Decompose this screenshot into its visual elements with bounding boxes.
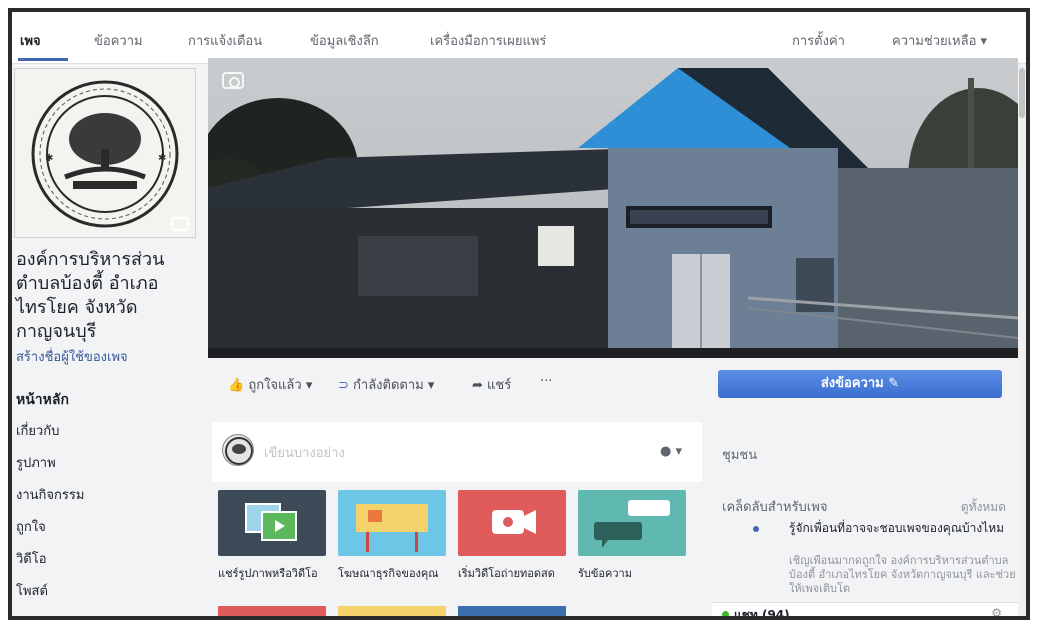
tip-bullet-icon [753, 526, 759, 532]
live-camera-icon [458, 490, 566, 556]
svg-text:✱: ✱ [45, 153, 53, 164]
more-options-button[interactable]: ··· [540, 374, 552, 389]
photo-video-icon [218, 490, 326, 556]
nav-tab-notifications[interactable]: การแจ้งเตือน [188, 30, 262, 51]
liked-button[interactable]: 👍 ถูกใจแล้ว ▾ [228, 374, 312, 395]
tips-heading: เคล็ดลับสำหรับเพจ [722, 500, 828, 515]
tile-label: โฆษณาธุรกิจของคุณ [338, 567, 439, 580]
sidebar-item-services[interactable]: บริการ [16, 608, 196, 616]
sidebar-item-home[interactable]: หน้าหลัก [16, 384, 196, 416]
scrollbar[interactable] [1018, 64, 1026, 616]
page-top-nav: เพจ ข้อความ การแจ้งเตือน ข้อมูลเชิงลึก เ… [12, 12, 1026, 64]
page-title: องค์การบริหารส่วนตำบลบ้องตี้ อำเภอไทรโยค… [16, 249, 165, 342]
change-profile-photo-icon[interactable] [171, 217, 189, 231]
page-profile-picture[interactable]: ✱ ✱ [14, 68, 196, 238]
share-label: แชร์ [487, 378, 512, 393]
composer-placeholder[interactable]: เขียนบางอย่าง [264, 442, 345, 463]
next-tile-row-edge [218, 606, 326, 616]
active-tab-indicator [18, 58, 68, 61]
tile-promote-business[interactable]: โฆษณาธุรกิจของคุณ [338, 490, 446, 581]
liked-label: ถูกใจแล้ว ▾ [248, 378, 313, 393]
sidebar-item-about[interactable]: เกี่ยวกับ [16, 416, 196, 448]
page-sidebar-nav: หน้าหลัก เกี่ยวกับ รูปภาพ งานกิจกรรม ถูก… [16, 384, 196, 616]
next-tile-row-edge [338, 606, 446, 616]
chat-label: แชท (94) [734, 608, 790, 620]
nav-tab-page[interactable]: เพจ [20, 30, 41, 51]
tile-start-live-video[interactable]: เริ่มวิดีโอถ่ายทอดสด [458, 490, 566, 581]
tile-label: แชร์รูปภาพหรือวิดีโอ [218, 567, 318, 580]
cover-photo[interactable] [208, 58, 1018, 358]
tip-heading: รู้จักเพื่อนที่อาจจะชอบเพจของคุณบ้างไหม [789, 521, 1005, 535]
tile-label: รับข้อความ [578, 567, 632, 580]
nav-help[interactable]: ความช่วยเหลือ ▾ [892, 30, 987, 51]
scrollbar-thumb[interactable] [1019, 68, 1025, 118]
nav-settings[interactable]: การตั้งค่า [792, 30, 845, 51]
thumbs-up-icon: 👍 [228, 378, 245, 393]
change-cover-camera-icon[interactable] [222, 72, 244, 89]
following-label: กำลังติดตาม ▾ [353, 378, 435, 393]
nav-tab-insights[interactable]: ข้อมูลเชิงลึก [310, 30, 379, 51]
share-arrow-icon: ➦ [472, 378, 483, 393]
sidebar-item-posts[interactable]: โพสต์ [16, 576, 196, 608]
sidebar-item-likes[interactable]: ถูกใจ [16, 512, 196, 544]
chat-settings-icon[interactable]: ⚙ [991, 606, 1002, 616]
tile-share-photo-video[interactable]: แชร์รูปภาพหรือวิดีโอ [218, 490, 326, 581]
share-button[interactable]: ➦ แชร์ [472, 374, 511, 395]
tip-body: เชิญเพื่อนมากดถูกใจ องค์การบริหารส่วนตำบ… [789, 554, 1016, 595]
sidebar-item-events[interactable]: งานกิจกรรม [16, 480, 196, 512]
post-composer[interactable]: เขียนบางอย่าง ● ▾ [212, 422, 702, 482]
building-photo [208, 58, 1018, 358]
online-status-icon [722, 611, 729, 616]
avatar [222, 434, 254, 466]
following-button[interactable]: ⊃ กำลังติดตาม ▾ [338, 374, 434, 395]
community-heading[interactable]: ชุมชน [722, 444, 757, 465]
tile-label: เริ่มวิดีโอถ่ายทอดสด [458, 567, 555, 580]
see-all-link[interactable]: ดูทั้งหมด [961, 498, 1006, 517]
rss-icon: ⊃ [338, 378, 349, 393]
sidebar-item-photos[interactable]: รูปภาพ [16, 448, 196, 480]
send-message-button[interactable]: ส่งข้อความ ✎ [718, 370, 1002, 398]
chat-bar[interactable]: แชท (94) ⚙ [712, 602, 1018, 620]
billboard-icon [338, 490, 446, 556]
next-tile-row-edge [458, 606, 566, 616]
sidebar-item-videos[interactable]: วิดีโอ [16, 544, 196, 576]
privacy-selector[interactable]: ● ▾ [660, 444, 682, 459]
nav-tab-messages[interactable]: ข้อความ [94, 30, 143, 51]
seal-avatar-icon [225, 437, 253, 465]
svg-text:✱: ✱ [158, 153, 166, 164]
chat-bubble-icon [578, 490, 686, 556]
organization-seal-image: ✱ ✱ [15, 69, 195, 237]
page-action-bar: 👍 ถูกใจแล้ว ▾ ⊃ กำลังติดตาม ▾ ➦ แชร์ ···… [208, 358, 1018, 410]
globe-icon: ● [659, 444, 672, 459]
browser-frame: เพจ ข้อความ การแจ้งเตือน ข้อมูลเชิงลึก เ… [8, 8, 1030, 620]
tile-get-messages[interactable]: รับข้อความ [578, 490, 686, 581]
privacy-caret: ▾ [675, 444, 682, 459]
create-username-link[interactable]: สร้างชื่อผู้ใช้ของเพจ [16, 346, 128, 367]
nav-tab-publishing-tools[interactable]: เครื่องมือการเผยแพร่ [430, 30, 546, 51]
